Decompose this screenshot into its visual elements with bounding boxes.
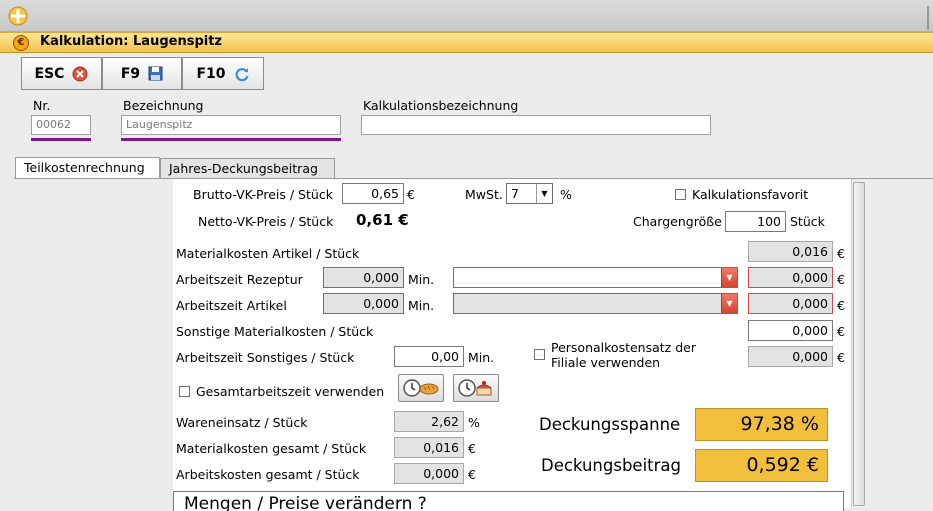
- kalkbez-label: Kalkulationsbezeichnung: [363, 98, 519, 113]
- material-artikel-value: 0,016: [748, 241, 833, 262]
- window-edge: [927, 6, 929, 30]
- gesamtzeit-checkbox[interactable]: [179, 386, 190, 397]
- deckungsbeitrag-label: Deckungsbeitrag: [541, 456, 682, 475]
- kalkbez-field[interactable]: [361, 115, 711, 135]
- bezeichnung-required-marker: [121, 138, 341, 141]
- mwst-select[interactable]: 7 ▼: [506, 183, 553, 204]
- az-sonst-input[interactable]: 0,00: [394, 346, 464, 367]
- personal-checkbox[interactable]: [534, 349, 545, 360]
- f9-button-label: F9: [120, 65, 141, 82]
- az-sonst-unit: Min.: [468, 350, 495, 365]
- az-artikel-unit: Min.: [408, 298, 435, 313]
- az-rezeptur-cost-unit: €: [837, 272, 845, 287]
- az-artikel-cost: 0,000: [748, 293, 833, 314]
- f10-button-label: F10: [196, 65, 226, 82]
- sonst-material-unit: €: [837, 324, 845, 339]
- gesamtzeit-label: Gesamtarbeitszeit verwenden: [196, 384, 385, 399]
- az-rezeptur-value: 0,000: [323, 267, 404, 288]
- az-artikel-label: Arbeitszeit Artikel: [176, 298, 287, 313]
- time-bread-button[interactable]: [398, 374, 444, 402]
- mengen-preise-section[interactable]: Mengen / Preise verändern ?: [173, 491, 844, 511]
- az-artikel-cost-unit: €: [837, 298, 845, 313]
- arbeit-gesamt-value: 0,000: [394, 463, 464, 484]
- nr-label: Nr.: [33, 98, 51, 113]
- brutto-input[interactable]: 0,65: [342, 183, 404, 204]
- material-gesamt-value: 0,016: [394, 437, 464, 458]
- brutto-unit: €: [407, 187, 415, 202]
- nr-required-marker: [31, 138, 91, 141]
- window-title: Kalkulation: Laugenspitz: [40, 34, 222, 49]
- f9-save-button[interactable]: F9: [102, 57, 182, 90]
- app-logo-icon: [8, 6, 28, 26]
- euro-coin-icon: €: [13, 35, 29, 51]
- f10-refresh-button[interactable]: F10: [182, 57, 264, 90]
- arbeit-gesamt-label: Arbeitskosten gesamt / Stück: [176, 467, 360, 482]
- time-cake-button[interactable]: [453, 374, 499, 402]
- favorit-label: Kalkulationsfavorit: [692, 187, 809, 202]
- esc-button-label: ESC: [34, 65, 65, 82]
- material-gesamt-unit: €: [468, 441, 476, 456]
- az-rezeptur-unit: Min.: [408, 272, 435, 287]
- refresh-icon: [235, 67, 249, 81]
- tab-jahres-deckungsbeitrag[interactable]: Jahres-Deckungsbeitrag: [160, 158, 335, 178]
- scrollbar-thumb[interactable]: [853, 182, 865, 506]
- chevron-down-icon[interactable]: ▼: [536, 184, 552, 203]
- az-sonst-cost: 0,000: [748, 346, 833, 367]
- mwst-value: 7: [511, 186, 519, 201]
- wareneinsatz-unit: %: [468, 415, 480, 430]
- material-artikel-label: Materialkosten Artikel / Stück: [176, 246, 360, 261]
- deckungsbeitrag-value: 0,592 €: [695, 449, 828, 482]
- close-icon: [72, 66, 88, 81]
- nr-field[interactable]: 00062: [31, 115, 91, 135]
- chevron-down-icon[interactable]: ▼: [721, 294, 737, 313]
- brutto-label: Brutto-VK-Preis / Stück: [193, 187, 333, 202]
- rezeptur-select[interactable]: ▼: [453, 267, 738, 288]
- az-sonst-cost-unit: €: [837, 350, 845, 365]
- wareneinsatz-value: 2,62: [394, 411, 464, 432]
- material-gesamt-label: Materialkosten gesamt / Stück: [176, 441, 367, 456]
- esc-button[interactable]: ESC: [21, 57, 102, 90]
- sonst-material-label: Sonstige Materialkosten / Stück: [176, 324, 374, 339]
- deckungsspanne-label: Deckungsspanne: [539, 415, 681, 434]
- wareneinsatz-label: Wareneinsatz / Stück: [176, 415, 308, 430]
- save-icon: [148, 66, 163, 81]
- az-rezeptur-label: Arbeitszeit Rezeptur: [176, 272, 303, 287]
- charge-input[interactable]: 100: [725, 211, 786, 232]
- toolbar: ESC F9 F10: [21, 57, 264, 90]
- clock-cake-icon: [458, 379, 492, 397]
- netto-label: Netto-VK-Preis / Stück: [198, 214, 334, 229]
- material-artikel-unit: €: [837, 246, 845, 261]
- mwst-unit: %: [560, 187, 572, 202]
- artikel-select[interactable]: ▼: [453, 293, 738, 314]
- arbeit-gesamt-unit: €: [468, 467, 476, 482]
- title-bar: € Kalkulation: Laugenspitz: [0, 32, 933, 53]
- az-artikel-value: 0,000: [323, 293, 404, 314]
- deckungsspanne-value: 97,38 %: [695, 408, 828, 441]
- bezeichnung-field[interactable]: Laugenspitz: [121, 115, 341, 135]
- clock-bread-icon: [403, 379, 439, 397]
- sonst-material-input[interactable]: 0,000: [748, 320, 833, 341]
- app-top-strip: [0, 0, 933, 32]
- favorit-checkbox[interactable]: [675, 189, 686, 200]
- tab-teilkostenrechnung[interactable]: Teilkostenrechnung: [15, 157, 160, 179]
- chevron-down-icon[interactable]: ▼: [721, 268, 737, 287]
- mwst-label: MwSt.: [465, 187, 503, 202]
- mengen-preise-title: Mengen / Preise verändern ?: [184, 494, 427, 511]
- az-rezeptur-cost: 0,000: [748, 267, 833, 288]
- az-sonst-label: Arbeitszeit Sonstiges / Stück: [176, 350, 355, 365]
- netto-value: 0,61 €: [356, 211, 409, 229]
- charge-label: Chargengröße: [633, 214, 722, 229]
- charge-unit: Stück: [790, 214, 825, 229]
- bezeichnung-label: Bezeichnung: [123, 98, 204, 113]
- personal-label: Personalkostensatz der Filiale verwenden: [551, 340, 696, 370]
